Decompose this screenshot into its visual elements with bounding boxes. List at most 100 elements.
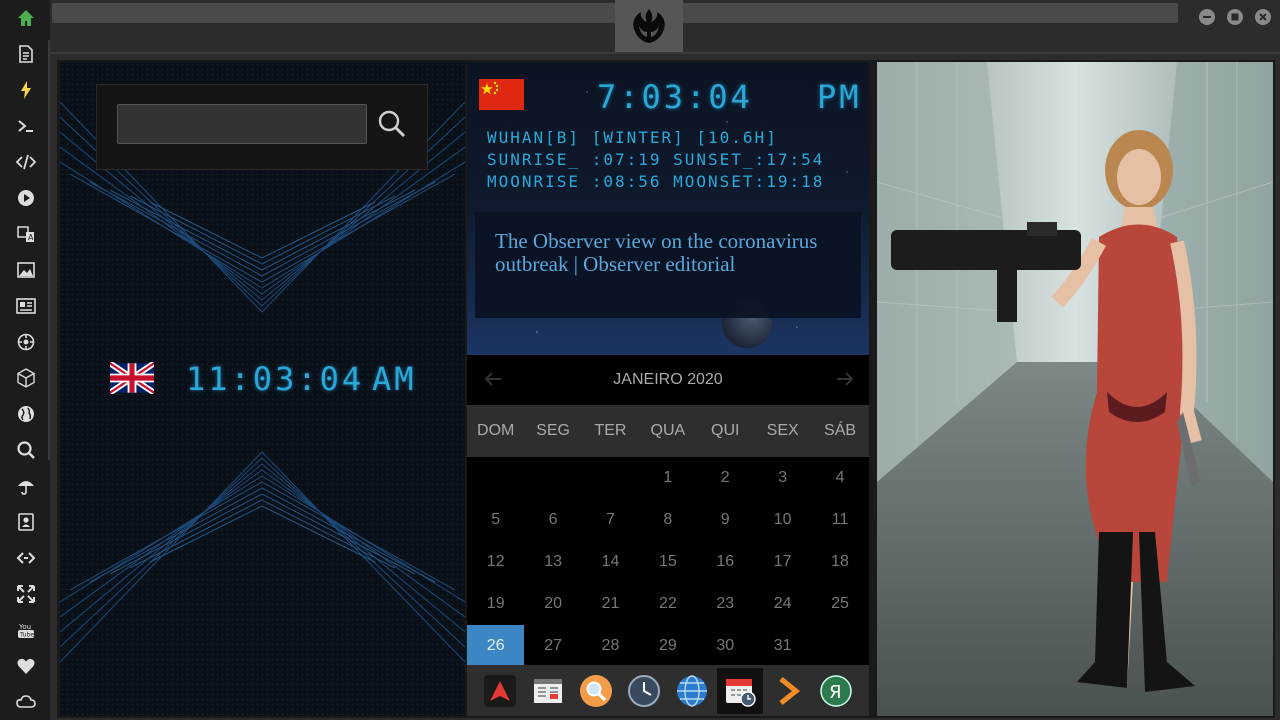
calendar-day[interactable]: 28	[582, 625, 639, 667]
calendar-empty-cell	[524, 457, 581, 499]
youtube-icon: YouTube	[18, 623, 34, 639]
calendar-day[interactable]: 16	[697, 541, 754, 583]
calendar-day[interactable]: 11	[811, 499, 868, 541]
calendar-day[interactable]: 14	[582, 541, 639, 583]
calendar-day[interactable]: 24	[754, 583, 811, 625]
calendar-day[interactable]: 27	[524, 625, 581, 667]
logo-tab[interactable]	[615, 0, 683, 52]
sidebar-item-code[interactable]	[13, 149, 39, 175]
calendar-weekday-label: SEG	[536, 422, 570, 439]
dock-item-search[interactable]	[573, 668, 619, 714]
expand-icon	[17, 585, 35, 603]
calendar-day[interactable]: 17	[754, 541, 811, 583]
sidebar-item-settings[interactable]	[13, 329, 39, 355]
calendar-day[interactable]: 19	[467, 583, 524, 625]
sidebar-item-connect[interactable]	[13, 545, 39, 571]
calendar-day[interactable]: 2	[697, 457, 754, 499]
dock-item-browser[interactable]	[669, 668, 715, 714]
calendar-day[interactable]: 26	[467, 625, 525, 667]
calendar-days: 1 2 3 4 5 6 7 8 9 10 11 12 13 14 15 16 17 18 19 20 21 22 23 24 2…	[467, 457, 869, 667]
dock-item-calendar-app[interactable]	[525, 668, 571, 714]
calendar-day[interactable]: 13	[524, 541, 581, 583]
globe-icon	[677, 675, 707, 707]
search-input[interactable]	[117, 104, 367, 144]
dock-item-arch[interactable]	[477, 668, 523, 714]
minimize-icon	[1203, 16, 1211, 18]
calendar-day[interactable]: 22	[639, 583, 696, 625]
calendar-day[interactable]: 31	[754, 625, 811, 667]
calendar-weekday-label: QUI	[711, 422, 740, 439]
calendar-day[interactable]: 29	[639, 625, 696, 667]
sidebar-item-translate[interactable]: A	[13, 221, 39, 247]
left-panel: 11:03:04 AM	[60, 62, 465, 716]
dock-item-yandex[interactable]: Я	[813, 668, 859, 714]
sidebar-item-news[interactable]	[13, 293, 39, 319]
sidebar-item-power[interactable]	[13, 77, 39, 103]
contacts-icon	[18, 513, 34, 531]
calendar-day[interactable]: 12	[467, 541, 524, 583]
search-box	[96, 84, 428, 170]
calendar-day[interactable]: 1	[639, 457, 696, 499]
image-icon	[17, 262, 35, 278]
dock-item-next[interactable]	[765, 668, 811, 714]
calendar-day[interactable]: 8	[639, 499, 696, 541]
search-button[interactable]	[377, 109, 407, 139]
close-button[interactable]	[1255, 9, 1271, 25]
news-headline-link[interactable]: The Observer view on the coronavirus out…	[495, 230, 841, 276]
sidebar-item-fullscreen[interactable]	[13, 581, 39, 607]
calendar-weekdays: DOM SEG TER QUA QUI SEX SÁB	[467, 405, 869, 457]
sidebar-item-search[interactable]	[13, 437, 39, 463]
sidebar-item-3d[interactable]	[13, 365, 39, 391]
calendar-weekday-label: TER	[594, 422, 627, 439]
topbar-divider	[50, 52, 1280, 54]
sidebar-item-media[interactable]	[13, 185, 39, 211]
svg-text:You: You	[18, 623, 31, 631]
svg-text:A: A	[28, 233, 34, 242]
calendar-day[interactable]: 23	[697, 583, 754, 625]
calendar-day[interactable]: 15	[639, 541, 696, 583]
sidebar-item-weather[interactable]	[13, 473, 39, 499]
calendar-day[interactable]: 18	[811, 541, 868, 583]
calendar-empty-cell	[582, 457, 639, 499]
calendar-day[interactable]: 25	[811, 583, 868, 625]
maximize-button[interactable]	[1227, 9, 1243, 25]
dock: Я	[467, 665, 869, 716]
news-box[interactable]: The Observer view on the coronavirus out…	[475, 212, 861, 318]
calendar-header: JANEIRO 2020	[467, 355, 869, 405]
calendar-day[interactable]: 7	[582, 499, 639, 541]
calendar-day[interactable]: 6	[524, 499, 581, 541]
sidebar-item-cloud[interactable]	[13, 689, 39, 715]
sidebar-item-terminal[interactable]	[13, 113, 39, 139]
dock-item-clock[interactable]	[621, 668, 667, 714]
svg-text:Tube: Tube	[19, 632, 34, 639]
sidebar: A You Tube	[0, 0, 50, 720]
sidebar-item-documents[interactable]	[13, 41, 39, 67]
china-flag-icon	[479, 79, 524, 110]
sidebar-item-favorites[interactable]	[13, 653, 39, 679]
dock-item-scheduler[interactable]	[717, 668, 763, 714]
minimize-button[interactable]	[1199, 9, 1215, 25]
rebel-alliance-icon	[633, 9, 665, 43]
calendar-day[interactable]: 9	[697, 499, 754, 541]
sidebar-item-home[interactable]	[13, 5, 39, 31]
calendar-day[interactable]: 4	[811, 457, 868, 499]
calendar-day[interactable]: 20	[524, 583, 581, 625]
sidebar-item-contacts[interactable]	[13, 509, 39, 535]
calendar-day[interactable]: 5	[467, 499, 524, 541]
calendar-day[interactable]: 21	[582, 583, 639, 625]
calendar-weekday-label: DOM	[477, 422, 515, 439]
document-icon	[19, 45, 33, 63]
sidebar-item-images[interactable]	[13, 257, 39, 283]
sidebar-item-youtube[interactable]: You Tube	[13, 617, 39, 643]
sidebar-divider	[48, 40, 50, 460]
calendar-weekday-label: SÁB	[824, 422, 857, 439]
calendar-day[interactable]: 30	[697, 625, 754, 667]
calendar-day[interactable]: 10	[754, 499, 811, 541]
sun-times: SUNRISE_ :07:19 SUNSET_:17:54	[487, 150, 825, 169]
lightning-icon	[21, 81, 31, 99]
calendar-next-arrow-icon[interactable]	[833, 367, 857, 391]
calendar-day[interactable]: 3	[754, 457, 811, 499]
sidebar-item-globe[interactable]	[13, 401, 39, 427]
code-icon	[16, 154, 36, 170]
calendar-weekday-label: QUA	[650, 422, 686, 439]
